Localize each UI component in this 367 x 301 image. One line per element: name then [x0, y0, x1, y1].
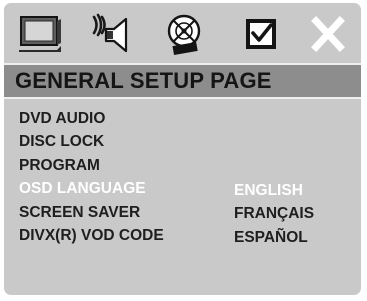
general-setup-tv-icon[interactable]	[17, 13, 63, 55]
video-setup-disc-icon[interactable]	[161, 13, 207, 55]
setup-icon-bar	[4, 3, 361, 61]
option-english[interactable]: ENGLISH	[234, 179, 314, 202]
menu-item-disc-lock[interactable]: DISC LOCK	[19, 130, 164, 153]
option-espanol[interactable]: ESPAÑOL	[234, 226, 314, 249]
page-title-bar: GENERAL SETUP PAGE	[4, 63, 361, 99]
option-francais[interactable]: FRANÇAIS	[234, 202, 314, 225]
setup-menu-list: DVD AUDIO DISC LOCK PROGRAM OSD LANGUAGE…	[19, 107, 164, 247]
preference-setup-checkbox-icon[interactable]	[238, 13, 284, 55]
language-options-list: ENGLISH FRANÇAIS ESPAÑOL	[234, 179, 314, 249]
menu-item-program[interactable]: PROGRAM	[19, 154, 164, 177]
exit-close-icon[interactable]	[304, 13, 350, 55]
menu-item-dvd-audio[interactable]: DVD AUDIO	[19, 107, 164, 130]
page-title: GENERAL SETUP PAGE	[15, 68, 272, 93]
audio-setup-speaker-icon[interactable]	[90, 13, 136, 55]
setup-menu-panel: GENERAL SETUP PAGE DVD AUDIO DISC LOCK P…	[4, 3, 361, 295]
menu-item-screen-saver[interactable]: SCREEN SAVER	[19, 201, 164, 224]
menu-item-osd-language[interactable]: OSD LANGUAGE	[19, 177, 164, 200]
menu-item-divx-vod-code[interactable]: DIVX(R) VOD CODE	[19, 224, 164, 247]
